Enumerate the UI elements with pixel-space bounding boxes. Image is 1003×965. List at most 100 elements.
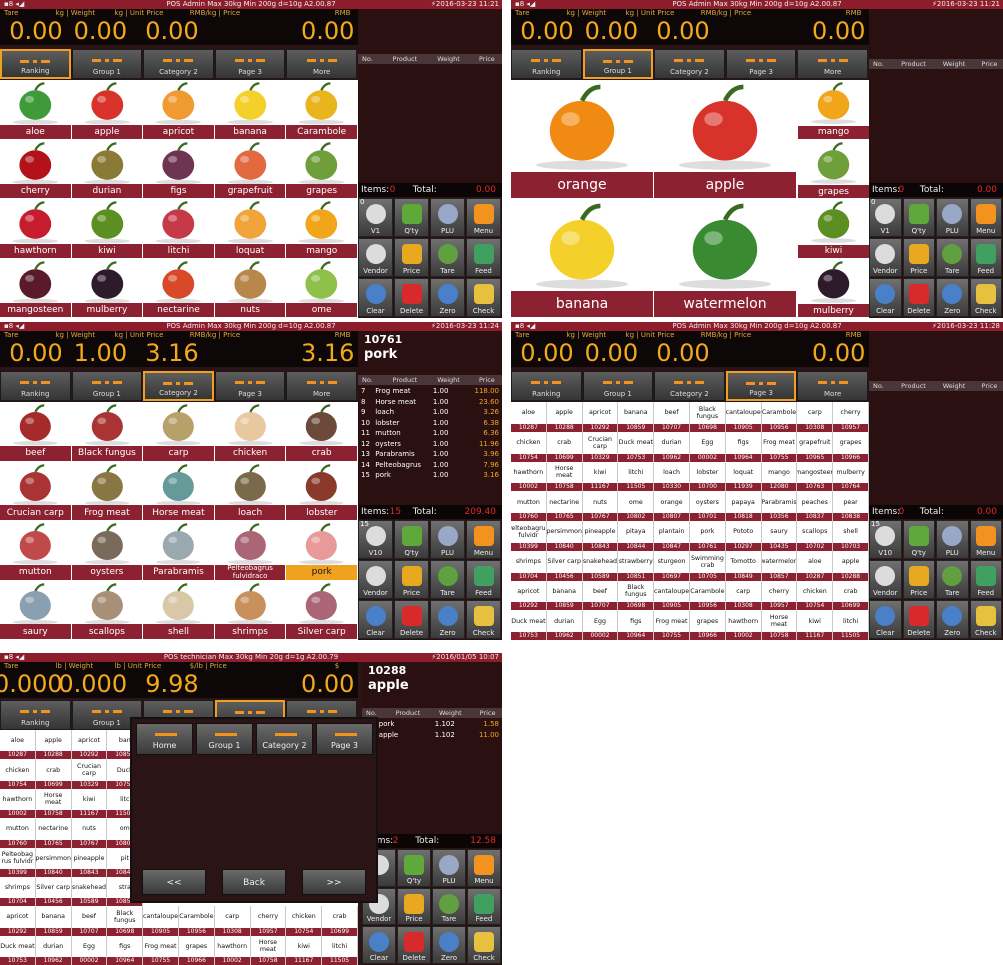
product-grapes[interactable]: grapes — [798, 139, 869, 198]
key-qty[interactable]: Q'ty — [397, 849, 431, 887]
product-cell[interactable]: Horse meat 10758 — [250, 935, 287, 965]
tab-group-1[interactable]: Group 1 — [71, 371, 143, 401]
order-row[interactable]: 10 lobster 1.00 6.38 — [358, 418, 502, 429]
product-mulberry[interactable]: mulberry — [71, 258, 143, 317]
order-row[interactable]: 8 Horse meat 1.00 23.60 — [358, 397, 502, 408]
key-tare[interactable]: Tare — [936, 238, 969, 277]
product-cell[interactable]: hawthorn 10002 — [214, 935, 251, 965]
product-aloe[interactable]: aloe — [0, 80, 71, 139]
product-mangosteen[interactable]: mangosteen — [0, 258, 71, 317]
tab-ranking[interactable]: Ranking — [511, 371, 582, 401]
key-menu[interactable]: Menu — [466, 520, 501, 559]
product-shrimps[interactable]: shrimps — [214, 580, 286, 639]
product-cell[interactable]: Silver carp 10456 — [35, 876, 72, 907]
key-zero[interactable]: Zero — [936, 600, 969, 639]
order-row[interactable]: 9 loach 1.00 3.26 — [358, 407, 502, 418]
product-cell[interactable]: pitaya 10844 — [618, 521, 655, 551]
tab-page-3[interactable]: Page 3 — [725, 371, 797, 401]
order-row[interactable]: 12 oysters 1.00 11.96 — [358, 439, 502, 450]
product-cell[interactable]: hawthorn 10002 — [725, 610, 762, 640]
order-row[interactable]: 1pork1.1021.58 — [362, 719, 502, 730]
order-row[interactable]: 15 pork 1.00 3.16 — [358, 470, 502, 481]
tab-ranking[interactable]: Ranking — [511, 49, 582, 79]
key-menu[interactable]: Menu — [969, 520, 1002, 559]
tab-page-3[interactable]: Page 3 — [214, 49, 286, 79]
key-menu[interactable]: Menu — [969, 198, 1002, 237]
product-cell[interactable]: sturgeon 10697 — [654, 550, 690, 581]
product-cell[interactable]: apricot 10292 — [0, 906, 36, 936]
product-cell[interactable]: Parabramis 10356 — [761, 491, 798, 521]
product-cell[interactable]: Black fungus 10698 — [690, 402, 726, 432]
product-cell[interactable]: apricot 10292 — [71, 730, 108, 760]
key-check[interactable]: Check — [467, 926, 501, 964]
key-clear[interactable]: Clear — [362, 926, 396, 964]
tab-category-2[interactable]: Category 2 — [654, 371, 725, 401]
product-cherry[interactable]: cherry — [0, 139, 71, 198]
product-cell[interactable]: Horse meat 10758 — [35, 788, 72, 819]
product-cell[interactable]: beef 10707 — [582, 580, 619, 611]
key-qty[interactable]: Q'ty — [394, 520, 429, 559]
product-cell[interactable]: apple 10288 — [35, 730, 72, 760]
popup-prev-button[interactable]: << — [142, 869, 206, 895]
product-cell[interactable]: nectarine 10765 — [35, 818, 72, 848]
product-mutton[interactable]: mutton — [0, 521, 71, 580]
key-qty[interactable]: Q'ty — [394, 198, 429, 237]
key-menu[interactable]: Menu — [466, 198, 501, 237]
key-check[interactable]: Check — [969, 278, 1002, 317]
order-row[interactable]: 7 Frog meat 1.00 118.00 — [358, 386, 502, 397]
product-cell[interactable]: Horse meat 10758 — [546, 461, 583, 492]
product-mango[interactable]: mango — [286, 199, 357, 258]
product-cell[interactable]: Duck meat 10753 — [618, 431, 655, 462]
product-cell[interactable]: crab 10699 — [322, 906, 358, 936]
key-check[interactable]: Check — [466, 278, 501, 317]
product-cell[interactable]: snakehead 10589 — [582, 550, 619, 581]
product-carp[interactable]: carp — [143, 402, 214, 461]
product-cell[interactable]: crab 10699 — [35, 759, 72, 789]
key-price[interactable]: Price — [397, 887, 431, 926]
product-horse-meat[interactable]: Horse meat — [143, 461, 214, 520]
key-qty[interactable]: Q'ty — [902, 520, 935, 559]
product-banana[interactable]: banana — [511, 199, 653, 317]
product-kiwi[interactable]: kiwi — [71, 199, 143, 258]
product-scallops[interactable]: scallops — [71, 580, 143, 639]
product-cell[interactable]: cherry 10957 — [250, 906, 287, 936]
tab-group-1[interactable]: Group 1 — [582, 371, 654, 401]
popup-tab-home[interactable]: Home — [136, 723, 193, 755]
product-cell[interactable]: aloe 10287 — [797, 550, 834, 581]
product-cell[interactable]: apple 10288 — [833, 550, 869, 581]
product-cell[interactable]: Duck meat 10753 — [0, 935, 36, 965]
product-cell[interactable]: mango 12080 — [761, 461, 798, 492]
product-cell[interactable]: Swimming crab 10705 — [690, 550, 726, 581]
key-tare[interactable]: Tare — [432, 887, 466, 926]
key-delete[interactable]: Delete — [394, 278, 429, 317]
key-qty[interactable]: Q'ty — [902, 198, 935, 237]
popup-next-button[interactable]: >> — [302, 869, 366, 895]
key-clear[interactable]: Clear — [358, 600, 393, 639]
product-cell[interactable]: plantain 10847 — [654, 521, 690, 551]
tab-ranking[interactable]: Ranking — [0, 49, 71, 79]
product-cell[interactable]: Frog meat 10755 — [143, 935, 179, 965]
product-cell[interactable]: carp 10308 — [797, 402, 834, 432]
product-pelteobagrus-fulvidraco[interactable]: Pelteobagrus fulvidraco — [214, 521, 286, 580]
tab-more[interactable]: More — [797, 49, 868, 79]
product-cell[interactable]: Pelteobag rus fulvidr 10399 — [0, 847, 36, 877]
product-crucian-carp[interactable]: Crucian carp — [0, 461, 71, 520]
product-mulberry[interactable]: mulberry — [798, 258, 869, 317]
product-silver-carp[interactable]: Silver carp — [286, 580, 357, 639]
product-crab[interactable]: crab — [286, 402, 357, 461]
product-figs[interactable]: figs — [143, 139, 214, 198]
order-row[interactable]: 14 Pelteobagrus 1.00 7.96 — [358, 460, 502, 471]
product-cell[interactable]: crab 10699 — [546, 431, 583, 462]
product-cell[interactable]: Black fungus 10698 — [618, 580, 655, 611]
key-tare[interactable]: Tare — [430, 238, 465, 277]
product-cell[interactable]: Tomotto 10849 — [725, 550, 762, 581]
product-cell[interactable]: apricot 10292 — [582, 402, 619, 432]
product-cell[interactable]: litchi 11505 — [618, 461, 655, 492]
product-cell[interactable]: cherry 10957 — [833, 402, 869, 432]
product-cell[interactable]: cantaloupe 10905 — [654, 580, 690, 611]
product-cell[interactable]: persimmon 10840 — [35, 847, 72, 877]
order-row[interactable]: 11 mutton 1.00 6.36 — [358, 428, 502, 439]
product-kiwi[interactable]: kiwi — [798, 199, 869, 258]
product-cell[interactable]: orange 10807 — [654, 491, 690, 521]
key-vendor[interactable]: Vendor — [869, 238, 902, 277]
